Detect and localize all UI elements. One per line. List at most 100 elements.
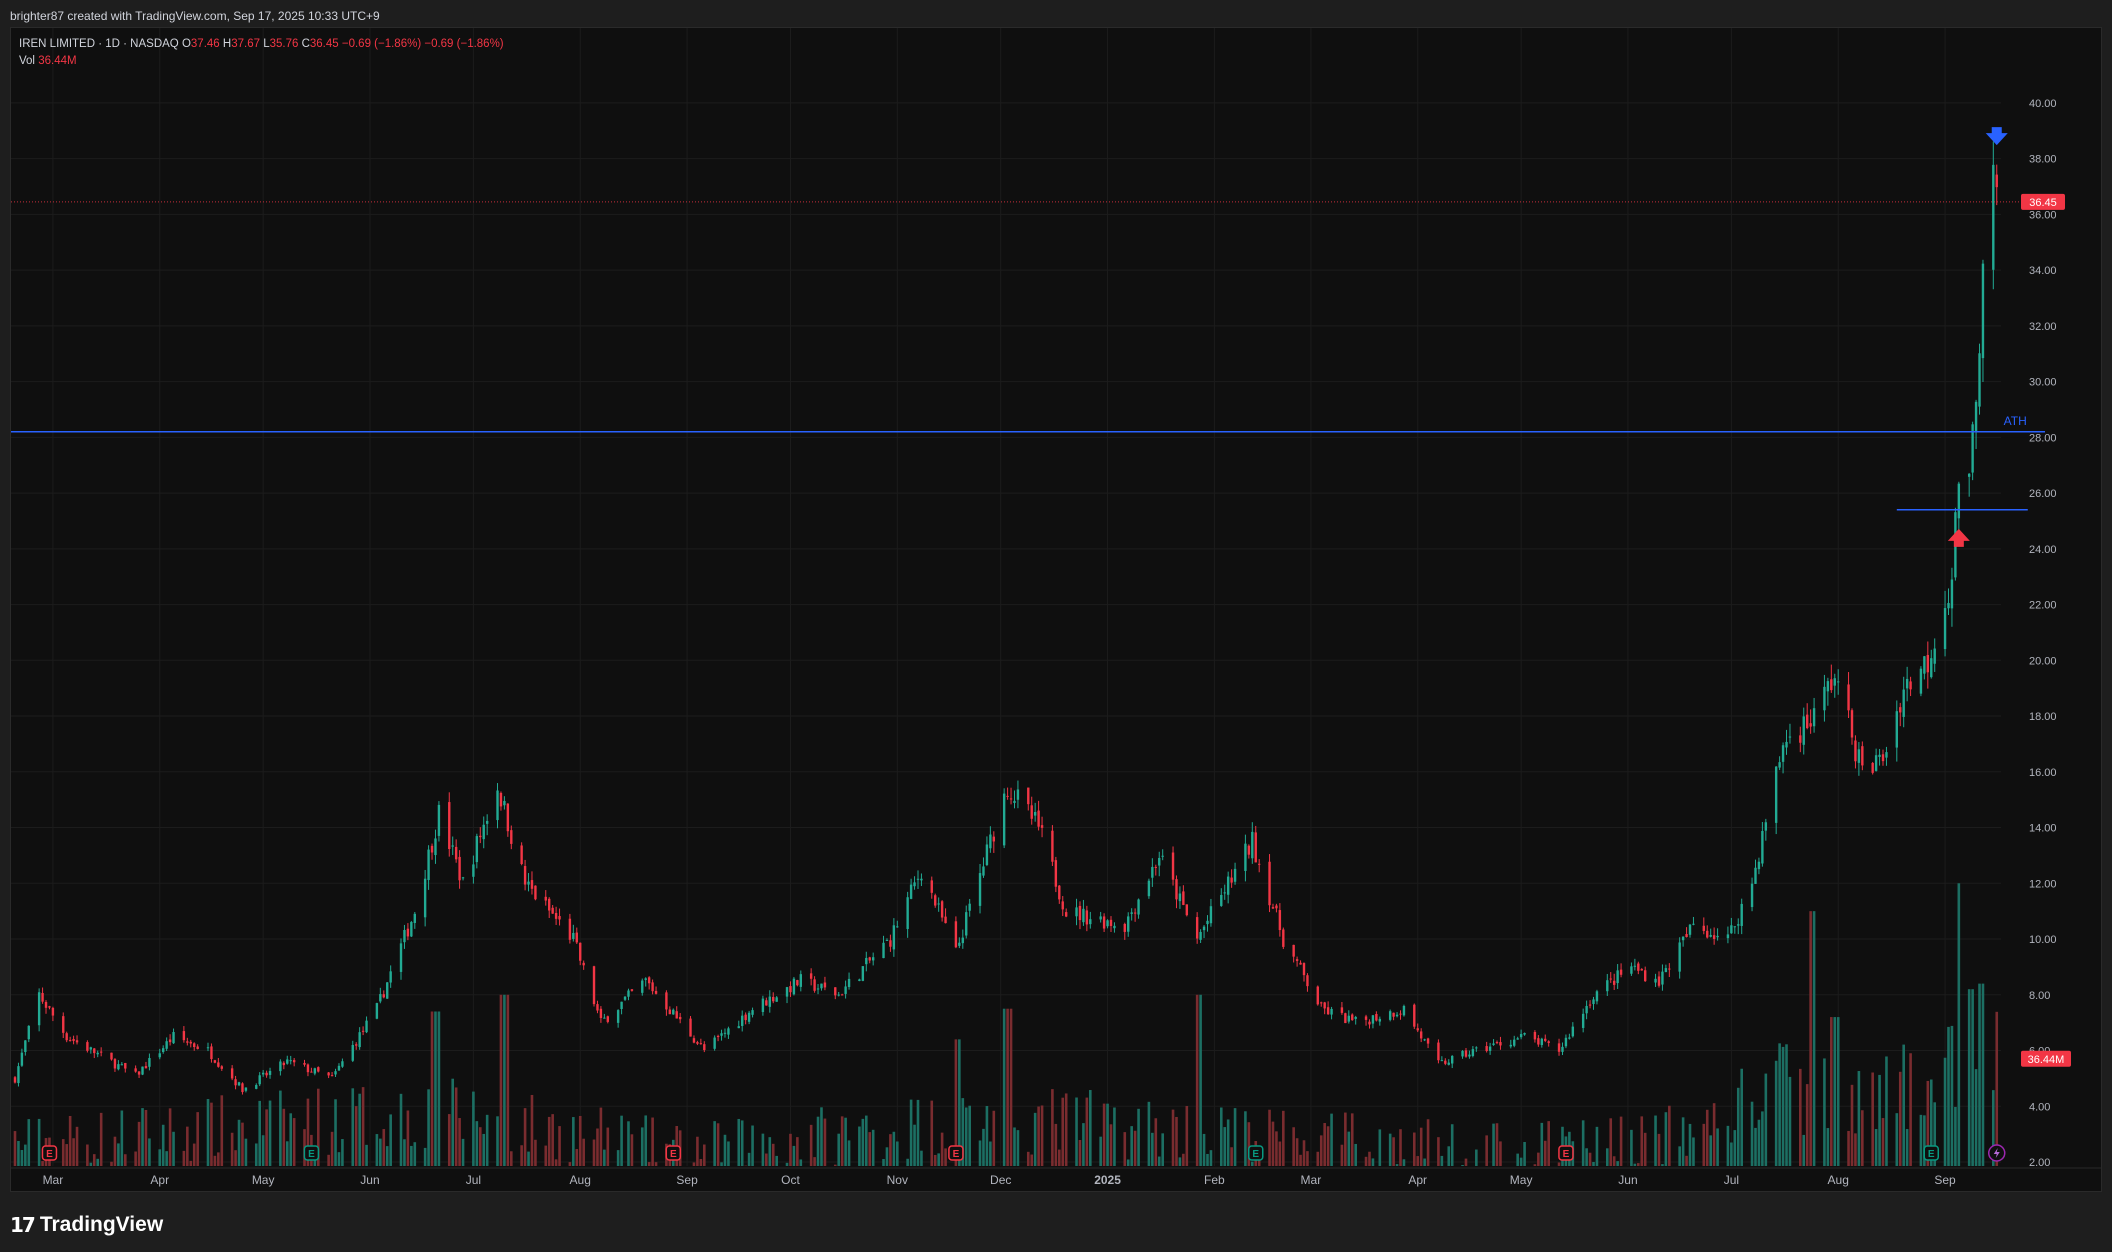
candle [744,1012,747,1025]
volume-bar [17,1140,20,1166]
candle [1881,749,1885,766]
candle-body [1513,1039,1516,1046]
candle-body [1561,1046,1564,1052]
volume-bar [816,1116,820,1166]
candle-body [744,1014,747,1021]
tradingview-logo-text: TradingView [39,1213,164,1236]
candle-body [1488,1046,1492,1051]
candle [1692,916,1695,926]
candle-body [72,1039,75,1041]
candle [430,843,434,860]
volume-bar [1878,1074,1881,1166]
candle-body [1967,473,1971,477]
volume-bar [723,1134,727,1166]
candle-body [361,1030,365,1032]
candle-body [579,942,582,961]
x-tick-label: Sep [676,1173,698,1187]
candle-body [1271,907,1275,909]
candle [672,1008,675,1015]
candle [13,1076,17,1084]
candle-body [520,845,523,865]
volume-bar [1154,1118,1158,1166]
candle [406,923,410,941]
volume-bar [1902,1044,1905,1166]
candle-body [1233,868,1237,882]
candle-body [1633,965,1637,967]
candle [1619,963,1623,978]
earnings-marker: E [1923,1145,1940,1161]
candle [1499,1036,1502,1050]
candle-body [1378,1018,1382,1022]
volume-bar [1051,1089,1054,1166]
candle [1295,956,1299,967]
volume-bar [334,1099,337,1166]
candle [499,791,503,811]
volume-bar [1395,1164,1399,1166]
volume-bar [1616,1161,1619,1166]
candle [1740,898,1743,935]
candle [268,1067,272,1079]
volume-bar [1233,1108,1237,1166]
candle [871,952,875,966]
candle [1902,676,1905,728]
candle-body [1395,1014,1399,1017]
chart-area[interactable]: 40.00 38.00 36.00 34.00 32.00 30.00 28.00 26.00… [10,27,2102,1192]
volume-bar [716,1123,720,1166]
volume-bar [410,1145,413,1166]
candle [186,1037,189,1046]
candle [1978,343,1981,415]
candle [413,911,416,929]
volume-bar [906,1158,909,1166]
candle-body [389,971,392,983]
candle-body [265,1072,268,1076]
arrow-up-icon [1947,528,1970,547]
volume-bar [282,1108,286,1166]
candle [1540,1037,1544,1048]
candle-body [1058,885,1061,900]
volume-bar [703,1144,706,1166]
candle [1375,1011,1378,1022]
candle [510,825,513,850]
legend-change-secondary: −0.69 (−1.86%) [424,38,504,50]
candle-body [582,962,585,966]
candle [809,968,813,986]
volume-bar [1668,1105,1671,1166]
candle-body [1295,959,1299,961]
candle [1437,1039,1440,1064]
volume-bar [1688,1123,1692,1166]
candle-body [1226,876,1230,895]
candle [99,1047,103,1057]
candle [741,1010,744,1032]
candle [1099,911,1102,923]
candle-body [292,1060,296,1063]
volume-bar [847,1140,851,1166]
volume-bar [113,1136,117,1166]
candle [355,1042,358,1050]
volume-bar [799,1159,803,1166]
volume-bar [916,1099,920,1166]
candle [1947,588,1950,615]
candle-body [882,942,885,959]
volume-bar [1271,1121,1275,1166]
candle-body [737,1026,740,1029]
volume-bar [864,1115,868,1166]
volume-bar [1678,1146,1681,1166]
candle [620,1001,623,1015]
volume-bar [1113,1107,1116,1166]
candle-body [306,1064,310,1073]
candle [496,783,499,829]
candle-body [1702,925,1705,931]
candle [485,814,489,836]
candle-body [603,1017,606,1019]
candle [1781,742,1785,774]
candle-body [968,903,971,911]
volume-bar [1619,1116,1623,1166]
candle [20,1048,24,1067]
candle [1371,1014,1375,1029]
last-volume-label: 36.44M [2028,1054,2065,1066]
candle [279,1059,282,1076]
volume-bar [1399,1129,1402,1166]
candle-body [989,834,992,849]
price-chart[interactable]: 40.00 38.00 36.00 34.00 32.00 30.00 28.00 26.00… [11,28,2101,1191]
volume-bar [1426,1119,1430,1166]
